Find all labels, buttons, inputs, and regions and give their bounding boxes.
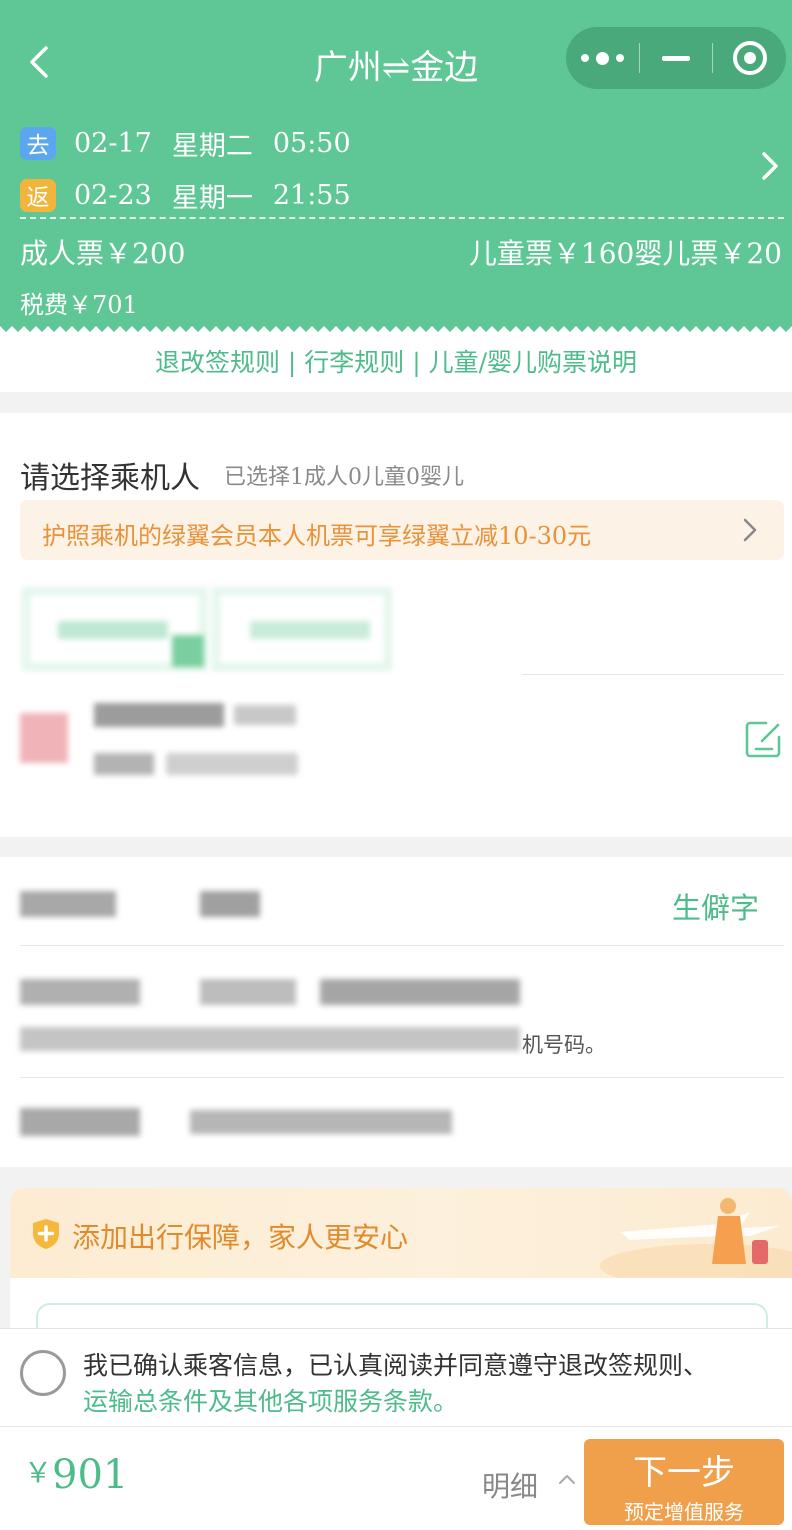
- contact-name-blurred: [20, 885, 260, 921]
- tax-fee: 税费￥701: [20, 291, 138, 319]
- phone-hint-tail: 机号码。: [522, 1033, 606, 1057]
- more-dots-icon: [580, 51, 624, 65]
- header-bar: 广州⇌金边 去 02-17 星期二 05:50 返 02-23 星期一 21:5…: [0, 0, 792, 330]
- next-step-sublabel: 预定增值服务: [624, 1500, 744, 1524]
- passenger-section: 请选择乘机人 已选择1成人0儿童0婴儿 护照乘机的绿翼会员本人机票可享绿翼立减1…: [0, 413, 792, 837]
- outbound-trip-row[interactable]: 去 02-17 星期二 05:50: [20, 123, 371, 163]
- miniprogram-capsule: [566, 27, 786, 89]
- outbound-date: 02-17: [74, 127, 152, 159]
- outbound-weekday: 星期二: [171, 130, 253, 162]
- return-tag: 返: [20, 178, 56, 212]
- agreement-terms-link[interactable]: 运输总条件及其他各项服务条款。: [83, 1382, 458, 1418]
- child-infant-price: 儿童票￥160婴儿票￥20: [468, 237, 782, 270]
- agreement-text: 我已确认乘客信息，已认真阅读并同意遵守退改签规则、: [83, 1351, 709, 1380]
- currency-symbol: ￥: [24, 1456, 53, 1489]
- target-close-icon: [732, 41, 767, 75]
- shield-icon: [33, 1219, 59, 1249]
- minimize-icon: [662, 55, 690, 61]
- return-trip-row[interactable]: 返 02-23 星期一 21:55: [20, 175, 371, 215]
- agreement-checkbox[interactable]: [20, 1350, 66, 1396]
- next-step-label: 下一步: [633, 1453, 735, 1493]
- passenger-chips-blurred[interactable]: [22, 587, 392, 671]
- outbound-tag: 去: [20, 126, 56, 160]
- agreement-section: 我已确认乘客信息，已认真阅读并同意遵守退改签规则、 运输总条件及其他各项服务条款…: [0, 1328, 792, 1426]
- minimize-button[interactable]: [640, 27, 713, 89]
- edit-icon[interactable]: [744, 719, 784, 759]
- contact-section: 生僻字 机号码。: [0, 857, 792, 1167]
- selected-passenger-blurred: [20, 703, 310, 783]
- chevron-right-icon: [743, 518, 757, 542]
- contact-phone-blurred[interactable]: [20, 979, 520, 1059]
- outbound-time: 05:50: [272, 127, 351, 159]
- return-weekday: 星期一: [171, 182, 253, 214]
- total-amount: 901: [52, 1452, 129, 1498]
- passenger-section-title: 请选择乘机人: [20, 461, 200, 496]
- total-price: ￥901: [24, 1451, 128, 1498]
- chevron-up-icon[interactable]: [558, 1473, 576, 1485]
- next-step-button[interactable]: 下一步 预定增值服务: [584, 1439, 784, 1525]
- insurance-title: 添加出行保障，家人更安心: [72, 1221, 409, 1254]
- passenger-selected-summary: 已选择1成人0儿童0婴儿: [224, 465, 464, 490]
- dashed-divider: [20, 217, 784, 219]
- chevron-right-icon[interactable]: [758, 150, 780, 182]
- contact-email-blurred[interactable]: [20, 1102, 460, 1142]
- return-time: 21:55: [272, 179, 351, 211]
- rare-character-link[interactable]: 生僻字: [672, 885, 759, 927]
- insurance-card: 添加出行保障，家人更安心: [10, 1188, 792, 1333]
- rules-links[interactable]: 退改签规则 | 行李规则 | 儿童/婴儿购票说明: [0, 334, 792, 392]
- checkout-bar: ￥901 明细 下一步 预定增值服务: [0, 1426, 792, 1530]
- member-promo-banner[interactable]: 护照乘机的绿翼会员本人机票可享绿翼立减10-30元: [20, 500, 784, 560]
- return-date: 02-23: [74, 179, 152, 211]
- travel-illustration: [600, 1198, 792, 1278]
- adult-price: 成人票￥200: [20, 237, 186, 270]
- more-menu-button[interactable]: [566, 27, 639, 89]
- close-capsule-button[interactable]: [713, 27, 786, 89]
- ticket-edge: [0, 326, 792, 334]
- price-detail-toggle[interactable]: 明细: [482, 1465, 538, 1505]
- promo-text: 护照乘机的绿翼会员本人机票可享绿翼立减10-30元: [42, 522, 592, 550]
